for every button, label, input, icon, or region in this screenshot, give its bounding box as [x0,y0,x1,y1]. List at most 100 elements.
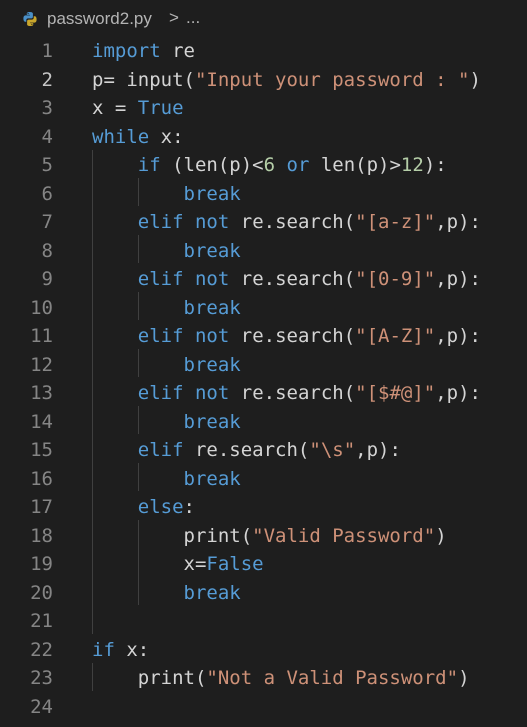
line-number: 19 [30,553,53,575]
code-token: break [183,296,241,319]
code-token: True [137,97,184,119]
code-text: while x: [92,123,184,152]
code-line[interactable]: 24 [0,693,527,722]
code-line[interactable]: 2 p= input("Input your password : ") [0,66,527,95]
code-token: if [137,154,161,176]
line-number: 15 [30,439,53,461]
line-number: 17 [30,496,53,518]
line-number: 22 [30,638,53,661]
code-text: elif re.search("\s",p): [92,436,401,465]
code-line[interactable]: 17 else: [0,493,527,522]
code-token: ,p): [435,268,481,290]
code-token: "Input your password : " [194,68,470,91]
code-token: break [183,410,241,433]
code-text: elif not re.search("[A-Z]",p): [92,322,481,351]
line-number: 13 [30,382,53,404]
line-number: 16 [30,467,53,490]
code-token: "[0-9]" [355,268,436,290]
breadcrumb-more[interactable]: ... [186,8,200,28]
code-line[interactable]: 15 elif re.search("\s",p): [0,436,527,465]
code-line[interactable]: 10 break [0,294,527,323]
code-line[interactable]: 6 break [0,180,527,209]
code-token: 6 [263,154,276,176]
code-line[interactable]: 14 break [0,408,527,437]
code-token: break [183,239,241,262]
line-number: 23 [30,667,53,689]
code-line[interactable]: 22 if x: [0,636,527,665]
code-text: break [92,408,241,437]
code-token: "[a-z]" [355,211,436,233]
code-token: if [92,638,115,661]
code-line[interactable]: 20 break [0,579,527,608]
code-text: break [92,180,241,209]
line-number: 18 [30,524,53,547]
code-line[interactable]: 8 break [0,237,527,266]
code-token: ) [458,667,470,689]
code-line[interactable]: 21 [0,607,527,636]
code-token: x= [92,553,207,575]
code-token: (len(p)< [160,154,264,176]
line-number: 10 [30,296,53,319]
code-text: print("Not a Valid Password") [92,664,470,693]
code-line[interactable]: 5 if (len(p)<6 or len(p)>12): [0,151,527,180]
code-token: False [206,553,264,575]
line-number: 1 [41,40,53,62]
code-line[interactable]: 23 print("Not a Valid Password") [0,664,527,693]
code-text: x=False [92,550,264,579]
chevron-right-icon: > [169,8,179,27]
code-text: break [92,579,241,608]
code-token: print( [92,667,207,689]
code-line[interactable]: 4 while x: [0,123,527,152]
code-editor[interactable]: 1 import re 2 p= input("Input your password… [0,36,527,727]
line-number: 11 [30,325,53,347]
code-text: x = True [92,94,184,123]
code-token: import [92,40,161,62]
code-token: "[$#@]" [355,382,436,404]
breadcrumb: password2.py > ... [0,0,527,36]
code-token: elif [137,325,184,347]
code-text: print("Valid Password") [92,522,447,551]
line-number: 24 [30,695,53,718]
code-line[interactable]: 16 break [0,465,527,494]
code-token: break [183,182,241,205]
code-line[interactable]: 11 elif not re.search("[A-Z]",p): [0,322,527,351]
code-line[interactable]: 12 break [0,351,527,380]
code-token: break [183,353,241,376]
code-token: ,p): [355,439,401,461]
code-token: elif [137,211,184,233]
code-text: if x: [92,636,149,665]
code-token: "Not a Valid Password" [206,667,459,689]
breadcrumb-file-name[interactable]: password2.py [47,9,152,29]
code-line[interactable]: 7 elif not re.search("[a-z]",p): [0,208,527,237]
code-line[interactable]: 3 x = True [0,94,527,123]
code-token: elif [137,439,184,461]
code-token: re.search( [183,439,310,461]
code-token: "Valid Password" [252,524,436,547]
code-token: break [183,467,241,490]
code-line[interactable]: 13 elif not re.search("[$#@]",p): [0,379,527,408]
code-token: not [194,325,230,347]
code-line[interactable]: 18 print("Valid Password") [0,522,527,551]
code-line[interactable]: 1 import re [0,37,527,66]
code-line[interactable]: 9 elif not re.search("[0-9]",p): [0,265,527,294]
code-token: ,p): [435,325,481,347]
code-text: if (len(p)<6 or len(p)>12): [92,151,447,180]
code-token: elif [137,382,184,404]
code-text: break [92,351,241,380]
code-token: ,p): [435,211,481,233]
code-line[interactable]: 19 x=False [0,550,527,579]
line-number: 3 [41,97,53,119]
code-token: else [137,496,184,518]
code-token: x: [149,125,184,148]
